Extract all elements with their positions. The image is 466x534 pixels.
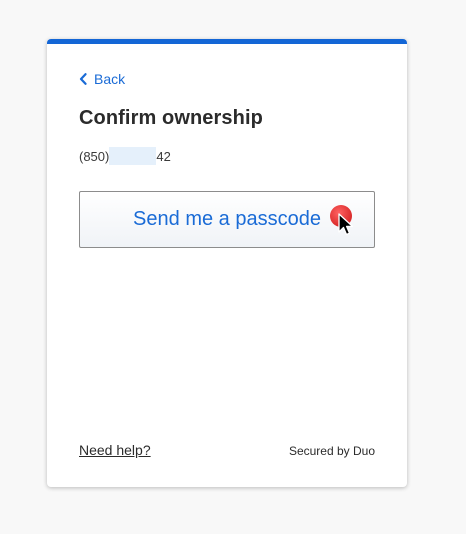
- mouse-pointer-icon: [338, 213, 354, 236]
- click-indicator: [330, 205, 360, 245]
- phone-suffix: 42: [156, 148, 171, 164]
- redacted-digits: [109, 147, 157, 165]
- back-link[interactable]: Back: [79, 71, 125, 87]
- secured-by-duo-text: Secured by Duo: [288, 444, 375, 458]
- phone-number: (850) 42: [79, 147, 171, 165]
- chevron-left-icon: [79, 73, 87, 85]
- back-label: Back: [94, 71, 126, 87]
- phone-prefix: (850): [79, 148, 110, 164]
- card-accent-bar: [47, 39, 407, 44]
- auth-card: Back Confirm ownership (850) 42 Send me …: [47, 39, 407, 487]
- page-title: Confirm ownership: [79, 107, 263, 129]
- need-help-link[interactable]: Need help?: [79, 442, 151, 458]
